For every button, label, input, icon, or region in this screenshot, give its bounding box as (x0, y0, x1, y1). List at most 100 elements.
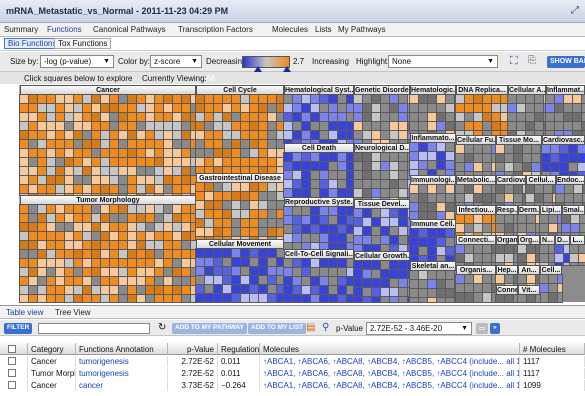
treemap-cell[interactable] (464, 153, 475, 164)
treemap-cell[interactable] (222, 200, 233, 211)
treemap-cell[interactable] (249, 227, 260, 238)
treemap-cell[interactable] (181, 267, 192, 278)
treemap-cell[interactable] (100, 240, 111, 251)
treemap-cell[interactable] (292, 161, 303, 172)
treemap-cell[interactable] (427, 228, 438, 239)
treemap-cell[interactable] (258, 139, 269, 150)
treemap-cell[interactable] (283, 206, 294, 217)
treemap-cell[interactable] (283, 276, 294, 287)
treemap-cell[interactable] (534, 184, 545, 195)
treemap-category-label[interactable]: An... (518, 265, 540, 275)
treemap-cell[interactable] (337, 188, 348, 198)
treemap-cell[interactable] (118, 103, 129, 114)
treemap-cell[interactable] (292, 179, 303, 190)
treemap-cell[interactable] (163, 294, 174, 303)
treemap-cell[interactable] (154, 139, 165, 150)
treemap-cell[interactable] (172, 184, 183, 195)
treemap-cell[interactable] (579, 214, 585, 225)
treemap-cell[interactable] (163, 240, 174, 251)
treemap-cell[interactable] (154, 148, 165, 159)
treemap-cell[interactable] (362, 278, 373, 289)
treemap-cell[interactable] (517, 214, 528, 225)
treemap-cell[interactable] (455, 144, 466, 155)
row-checkbox[interactable] (8, 357, 16, 365)
tab-transcription-factors[interactable]: Transcription Factors (178, 25, 253, 34)
treemap-cell[interactable] (100, 148, 111, 159)
treemap-cell[interactable] (301, 206, 312, 217)
treemap-cell[interactable] (258, 248, 269, 259)
treemap-cell[interactable] (353, 287, 364, 298)
treemap-cell[interactable] (409, 288, 420, 299)
treemap-cell[interactable] (181, 139, 192, 150)
treemap-cell[interactable] (283, 267, 294, 278)
treemap-cell[interactable] (557, 292, 563, 303)
treemap-cell[interactable] (464, 144, 475, 155)
treemap-cell[interactable] (100, 139, 111, 150)
treemap-cell[interactable] (319, 233, 330, 244)
treemap-cell[interactable] (127, 166, 138, 177)
treemap-cell[interactable] (398, 179, 409, 190)
treemap-cell[interactable] (267, 112, 278, 123)
treemap-cell[interactable] (172, 294, 183, 303)
tab-table-view[interactable]: Table view (6, 308, 43, 317)
treemap-cell[interactable] (136, 204, 147, 215)
treemap-cell[interactable] (258, 284, 269, 295)
treemap-cell[interactable] (362, 152, 373, 163)
treemap-cell[interactable] (548, 214, 559, 225)
treemap-cell[interactable] (482, 153, 493, 164)
treemap-cell[interactable] (409, 151, 420, 162)
treemap-cell[interactable] (154, 94, 165, 105)
treemap-cell[interactable] (319, 258, 330, 269)
treemap-cell[interactable] (145, 130, 156, 141)
treemap-cell[interactable] (109, 121, 120, 132)
treemap-cell[interactable] (195, 112, 206, 123)
treemap-cell[interactable] (427, 103, 438, 114)
treemap-cell[interactable] (283, 130, 294, 141)
treemap-cell[interactable] (371, 121, 382, 132)
treemap-cell[interactable] (337, 112, 348, 123)
treemap-cell[interactable] (362, 170, 373, 181)
treemap-cell[interactable] (91, 157, 102, 168)
treemap-cell[interactable] (109, 148, 120, 159)
treemap-cell[interactable] (204, 275, 215, 286)
tab-lists[interactable]: Lists (315, 25, 331, 34)
treemap-cell[interactable] (362, 188, 373, 199)
treemap-cell[interactable] (136, 285, 147, 296)
treemap-cell[interactable] (495, 144, 506, 155)
treemap-cell[interactable] (500, 112, 509, 123)
treemap-cell[interactable] (195, 227, 206, 238)
treemap-cell[interactable] (267, 148, 278, 159)
treemap-cell[interactable] (545, 112, 556, 123)
treemap-cell[interactable] (482, 274, 493, 285)
treemap-cell[interactable] (195, 200, 206, 211)
treemap-cell[interactable] (118, 294, 129, 303)
treemap-cell[interactable] (258, 227, 269, 238)
treemap-cell[interactable] (409, 237, 420, 248)
treemap-category-label[interactable]: Cellul... (526, 175, 556, 185)
treemap-cell[interactable] (292, 285, 303, 296)
treemap-cell[interactable] (337, 152, 348, 163)
treemap-cell[interactable] (64, 285, 75, 296)
treemap-cell[interactable] (526, 294, 537, 303)
treemap-cell[interactable] (195, 148, 206, 159)
treemap-cell[interactable] (418, 288, 429, 299)
treemap-cell[interactable] (163, 103, 174, 114)
treemap-cell[interactable] (82, 130, 93, 141)
treemap-cell[interactable] (172, 148, 183, 159)
treemap-cell[interactable] (328, 294, 339, 303)
treemap-cell[interactable] (495, 193, 506, 204)
treemap-cell[interactable] (455, 283, 466, 294)
treemap-cell[interactable] (310, 267, 321, 278)
treemap-cell[interactable] (337, 170, 348, 181)
treemap-cell[interactable] (213, 266, 224, 277)
treemap-cell[interactable] (46, 130, 57, 141)
treemap-cell[interactable] (91, 294, 102, 303)
treemap-cell[interactable] (525, 112, 536, 123)
treemap-cell[interactable] (240, 103, 251, 114)
treemap-cell[interactable] (427, 202, 438, 213)
treemap-cell[interactable] (136, 130, 147, 141)
treemap-cell[interactable] (240, 157, 251, 168)
treemap-cell[interactable] (231, 139, 242, 150)
treemap-cell[interactable] (181, 157, 192, 168)
treemap-cell[interactable] (136, 103, 147, 114)
